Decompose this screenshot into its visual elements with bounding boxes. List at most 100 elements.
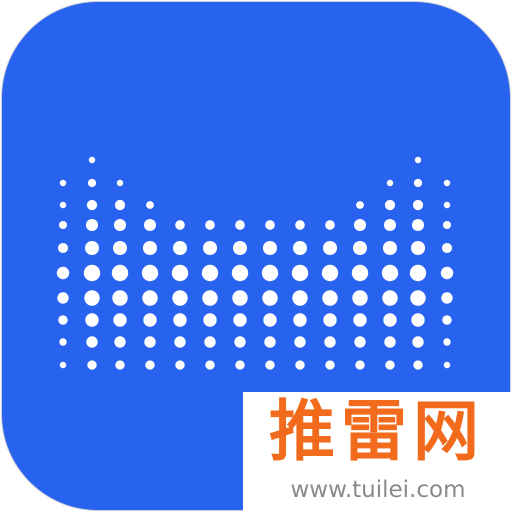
dot xyxy=(57,242,69,254)
dot xyxy=(351,264,369,282)
dot xyxy=(58,315,68,325)
dot xyxy=(113,218,127,232)
dot xyxy=(384,336,396,348)
dot xyxy=(146,201,154,209)
dot xyxy=(59,179,67,187)
dot xyxy=(172,240,188,256)
dot xyxy=(59,361,67,369)
dot xyxy=(204,336,216,348)
dot xyxy=(325,220,335,230)
dot xyxy=(262,290,278,306)
dot xyxy=(145,360,155,370)
dot xyxy=(412,199,424,211)
dot xyxy=(235,360,245,370)
dot xyxy=(84,240,100,256)
dot xyxy=(293,313,307,327)
dot xyxy=(85,218,99,232)
dot xyxy=(57,292,69,304)
dot xyxy=(85,313,99,327)
dot xyxy=(174,336,186,348)
dot xyxy=(352,290,368,306)
dot xyxy=(143,218,157,232)
dot xyxy=(234,336,246,348)
dot xyxy=(141,264,159,282)
dot xyxy=(353,313,367,327)
dot xyxy=(172,290,188,306)
dot xyxy=(355,360,365,370)
dot xyxy=(84,290,100,306)
dot xyxy=(325,360,335,370)
dot xyxy=(87,360,97,370)
dot xyxy=(324,336,336,348)
dot xyxy=(443,338,451,346)
dot xyxy=(356,201,364,209)
dot xyxy=(292,240,308,256)
dot xyxy=(114,199,126,211)
dot xyxy=(442,315,452,325)
dot xyxy=(383,313,397,327)
dot xyxy=(354,336,366,348)
dot xyxy=(413,178,423,188)
dot xyxy=(291,264,309,282)
dot xyxy=(58,220,68,230)
dot xyxy=(352,240,368,256)
dot xyxy=(414,156,422,164)
dot xyxy=(88,156,96,164)
dot xyxy=(87,178,97,188)
dot xyxy=(382,240,398,256)
dot xyxy=(235,220,245,230)
dot xyxy=(203,313,217,327)
dot xyxy=(386,179,394,187)
dot xyxy=(202,290,218,306)
dot xyxy=(441,292,453,304)
dot xyxy=(116,179,124,187)
dot xyxy=(411,313,425,327)
dot xyxy=(295,220,305,230)
dot xyxy=(115,360,125,370)
dot xyxy=(409,264,427,282)
screen: 推雷网 www.tuilei.com xyxy=(0,0,512,512)
dot xyxy=(144,336,156,348)
dot xyxy=(294,336,306,348)
dot xyxy=(175,220,185,230)
dot xyxy=(323,313,337,327)
dot xyxy=(175,360,185,370)
dot xyxy=(171,264,189,282)
dot xyxy=(143,313,157,327)
dot xyxy=(232,240,248,256)
watermark-title: 推雷网 xyxy=(269,393,485,470)
dot xyxy=(59,201,67,209)
dot xyxy=(113,313,127,327)
dot xyxy=(233,313,247,327)
dot xyxy=(263,313,277,327)
dot xyxy=(265,360,275,370)
dot xyxy=(142,240,158,256)
dot xyxy=(112,240,128,256)
dot xyxy=(322,290,338,306)
dot xyxy=(443,201,451,209)
dot xyxy=(295,360,305,370)
dot xyxy=(412,336,424,348)
dot xyxy=(264,336,276,348)
dot xyxy=(413,360,423,370)
dot xyxy=(440,266,454,280)
dot xyxy=(410,290,426,306)
dot xyxy=(443,179,451,187)
dot xyxy=(384,199,396,211)
dot xyxy=(202,240,218,256)
dot xyxy=(411,218,425,232)
dot xyxy=(410,240,426,256)
watermark-url: www.tuilei.com xyxy=(290,477,466,503)
dot xyxy=(322,240,338,256)
dot xyxy=(261,264,279,282)
dot xyxy=(83,264,101,282)
dot xyxy=(353,218,367,232)
dot xyxy=(385,360,395,370)
dot xyxy=(321,264,339,282)
dot xyxy=(442,220,452,230)
dot xyxy=(59,338,67,346)
dot xyxy=(231,264,249,282)
dot xyxy=(142,290,158,306)
dot xyxy=(205,360,215,370)
dot xyxy=(112,290,128,306)
